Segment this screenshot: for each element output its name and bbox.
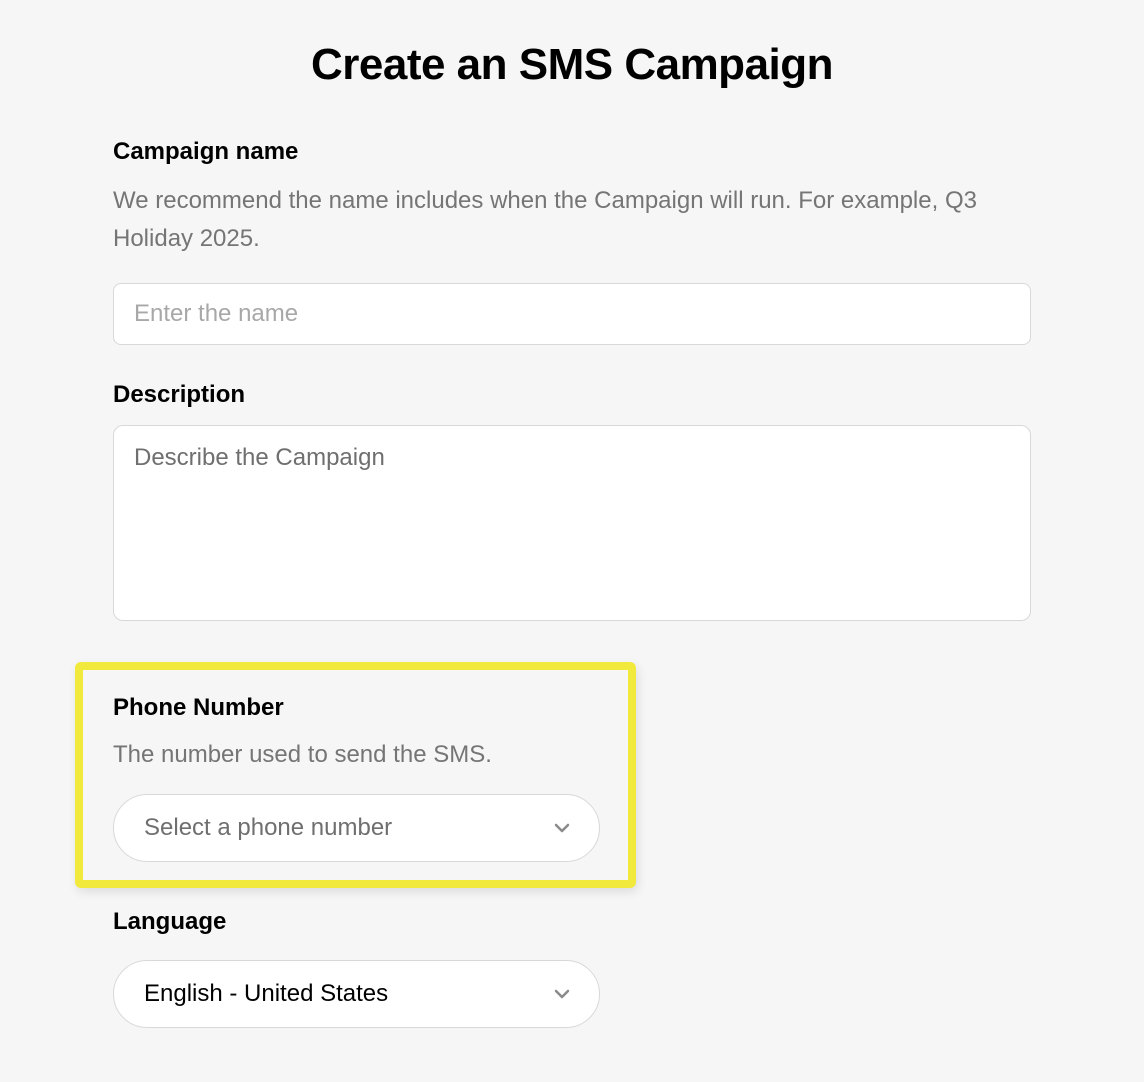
campaign-name-group: Campaign name We recommend the name incl… [113,138,1031,345]
phone-number-select[interactable]: Select a phone number [113,794,600,862]
campaign-name-label: Campaign name [113,138,1031,166]
description-input[interactable] [113,425,1031,621]
phone-number-label: Phone Number [113,694,598,722]
page-title: Create an SMS Campaign [113,40,1031,90]
campaign-name-input[interactable] [113,283,1031,345]
language-select-text: English - United States [144,980,388,1008]
language-select-wrapper: English - United States [113,960,600,1028]
campaign-name-help: We recommend the name includes when the … [113,182,1031,259]
language-group: Language English - United States [113,908,1031,1028]
phone-number-select-wrapper: Select a phone number [113,794,600,862]
phone-number-select-text: Select a phone number [144,814,392,842]
language-select[interactable]: English - United States [113,960,600,1028]
phone-number-help: The number used to send the SMS. [113,736,598,774]
phone-number-highlight: Phone Number The number used to send the… [75,662,636,888]
description-label: Description [113,381,1031,409]
description-group: Description [113,381,1031,626]
language-label: Language [113,908,1031,936]
